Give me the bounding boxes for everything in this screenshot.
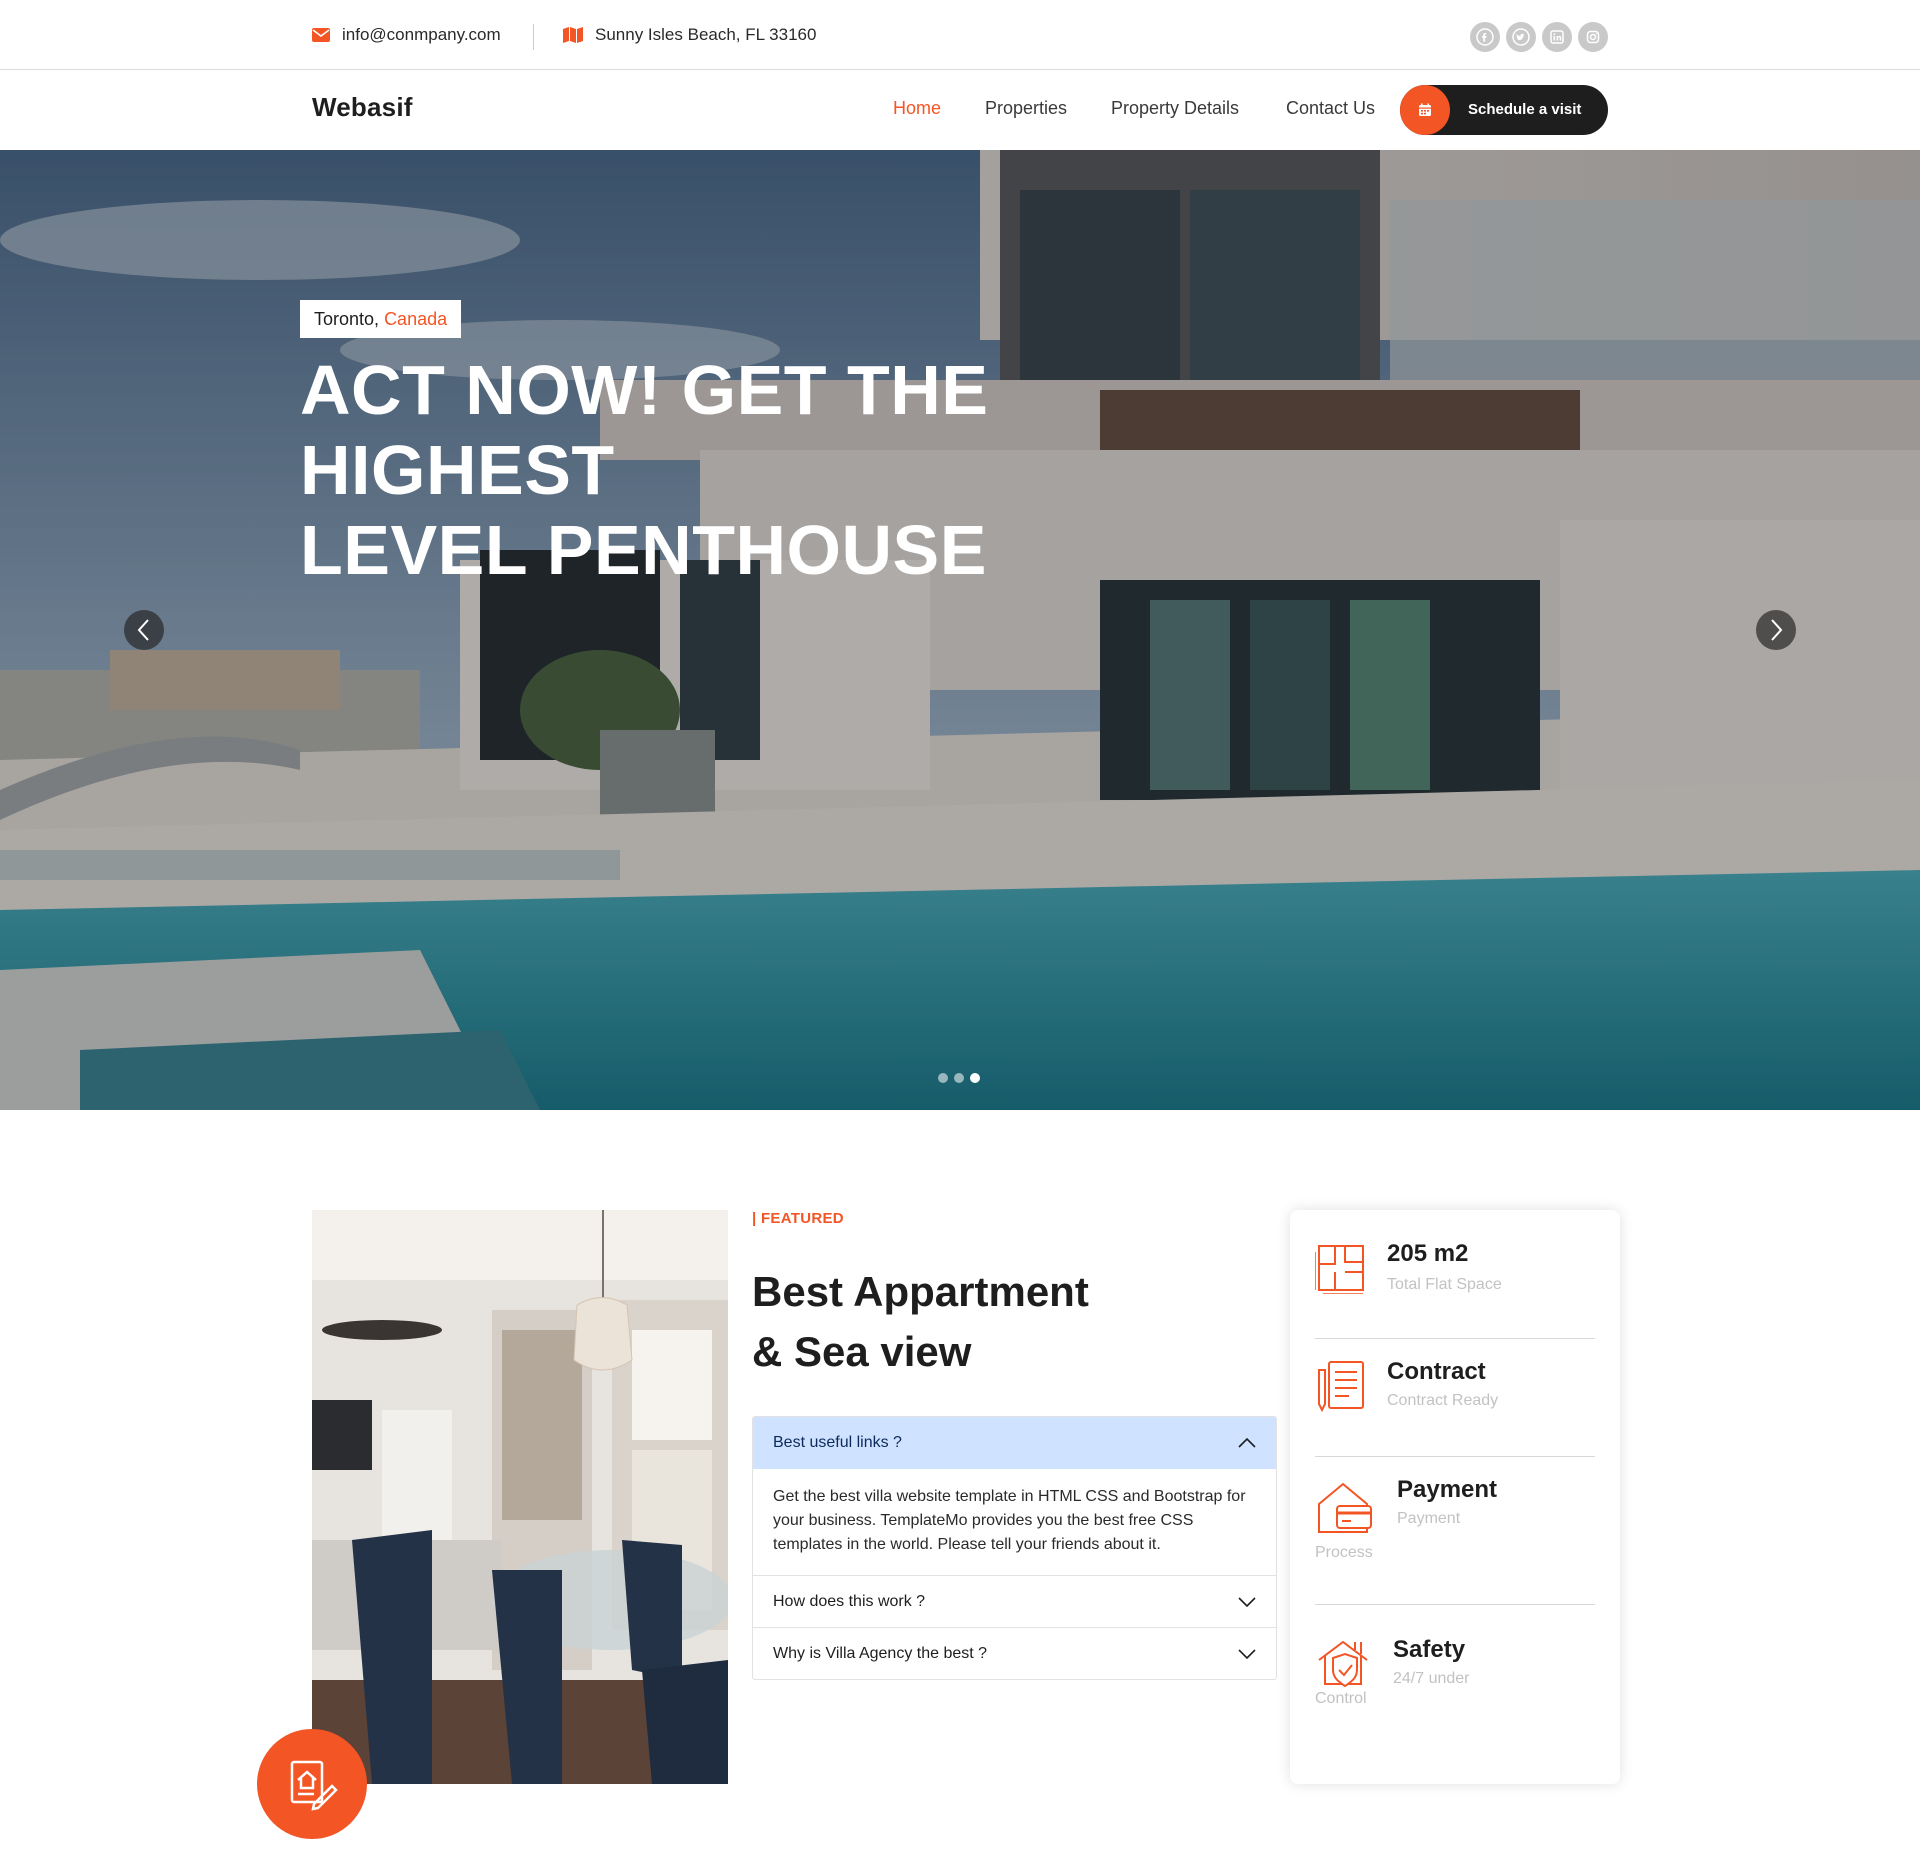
contract-icon — [1318, 1361, 1364, 1412]
info-title: Safety — [1393, 1636, 1466, 1663]
facebook-icon[interactable] — [1470, 22, 1500, 52]
twitter-icon[interactable] — [1506, 22, 1536, 52]
accordion-header-why-best[interactable]: Why is Villa Agency the best ? — [753, 1627, 1276, 1679]
info-title: Payment — [1397, 1476, 1498, 1503]
email-text: info@conmpany.com — [342, 25, 501, 44]
hero-slider: Toronto, Canada ACT NOW! GET THE HIGHEST… — [0, 150, 1920, 1110]
topbar-divider — [533, 24, 534, 50]
info-divider — [1315, 1604, 1595, 1605]
slider-dots — [938, 1073, 980, 1083]
payment-icon — [1318, 1482, 1372, 1533]
envelope-icon — [312, 28, 330, 42]
linkedin-icon[interactable] — [1542, 22, 1572, 52]
location-tag: Toronto, Canada — [300, 300, 462, 338]
house-contract-icon — [290, 1760, 338, 1811]
nav-link-home[interactable]: Home — [893, 98, 941, 119]
accordion-body-useful-links: Get the best villa website template in H… — [773, 1488, 1246, 1553]
chevron-up-icon — [1238, 1438, 1256, 1448]
safety-icon — [1318, 1640, 1368, 1688]
featured-title-line-2: & Sea view — [752, 1328, 972, 1375]
schedule-visit-label: Schedule a visit — [1468, 101, 1582, 118]
info-divider — [1315, 1456, 1595, 1457]
main-navbar: Webasif Home Properties Property Details… — [0, 70, 1920, 150]
contact-address: Sunny Isles Beach, FL 33160 — [563, 25, 816, 45]
accordion-question: How does this work ? — [773, 1592, 926, 1610]
info-subtitle: Payment — [1397, 1510, 1461, 1527]
featured-title-line-1: Best Appartment — [752, 1268, 1089, 1315]
nav-link-properties[interactable]: Properties — [985, 98, 1067, 119]
site-logo[interactable]: Webasif — [312, 92, 413, 123]
apartment-interior-image — [312, 1210, 728, 1784]
accordion-question: Best useful links ? — [773, 1434, 902, 1451]
accordion-question: Why is Villa Agency the best ? — [773, 1644, 988, 1662]
hero-title: ACT NOW! GET THE HIGHEST LEVEL PENTHOUSE — [300, 350, 1280, 590]
chevron-down-icon — [1238, 1596, 1256, 1607]
chevron-down-icon — [1238, 1648, 1256, 1659]
info-subtitle: Total Flat Space — [1387, 1276, 1502, 1293]
nav-link-contact-us[interactable]: Contact Us — [1286, 98, 1375, 119]
calendar-icon — [1400, 85, 1450, 135]
slider-dot-3[interactable] — [970, 1073, 980, 1083]
featured-label: | FEATURED — [752, 1210, 844, 1227]
chevron-right-icon — [1771, 619, 1783, 641]
location-city: Toronto, — [314, 308, 380, 329]
property-info-card: 205 m2 Total Flat Space Contract Contrac… — [1290, 1210, 1620, 1784]
map-icon — [563, 27, 583, 43]
info-subtitle: Contract Ready — [1387, 1392, 1499, 1409]
info-subtitle: 24/7 under — [1393, 1670, 1470, 1687]
featured-title: Best Appartment & Sea view — [752, 1262, 1089, 1382]
hero-title-line-1: ACT NOW! GET THE HIGHEST — [300, 351, 989, 509]
instagram-icon[interactable] — [1578, 22, 1608, 52]
info-subtitle-extra: Control — [1315, 1690, 1367, 1707]
top-bar: info@conmpany.com Sunny Isles Beach, FL … — [0, 0, 1920, 70]
slider-dot-1[interactable] — [938, 1073, 948, 1083]
info-subtitle-extra: Process — [1315, 1544, 1373, 1561]
chevron-left-icon — [137, 619, 149, 641]
info-title: 205 m2 — [1387, 1240, 1469, 1267]
hero-title-line-2: LEVEL PENTHOUSE — [300, 511, 987, 589]
nav-link-property-details[interactable]: Property Details — [1111, 98, 1239, 119]
property-document-button[interactable] — [257, 1729, 367, 1839]
location-country: Canada — [384, 308, 448, 329]
schedule-visit-button[interactable]: Schedule a visit — [1400, 85, 1608, 135]
faq-accordion: Best useful links ? Get the best villa w… — [752, 1416, 1277, 1680]
slider-dot-2[interactable] — [954, 1073, 964, 1083]
address-text: Sunny Isles Beach, FL 33160 — [595, 25, 817, 44]
floorplan-icon — [1315, 1245, 1364, 1294]
info-divider — [1315, 1338, 1595, 1339]
slider-prev-button[interactable] — [124, 610, 164, 650]
accordion-header-how-it-works[interactable]: How does this work ? — [753, 1575, 1276, 1627]
hero-overlay — [0, 150, 1920, 1110]
accordion-header-useful-links[interactable]: Best useful links ? — [753, 1417, 1276, 1469]
slider-next-button[interactable] — [1756, 610, 1796, 650]
info-title: Contract — [1387, 1358, 1486, 1385]
social-links — [1470, 22, 1608, 52]
contact-email[interactable]: info@conmpany.com — [312, 25, 501, 45]
